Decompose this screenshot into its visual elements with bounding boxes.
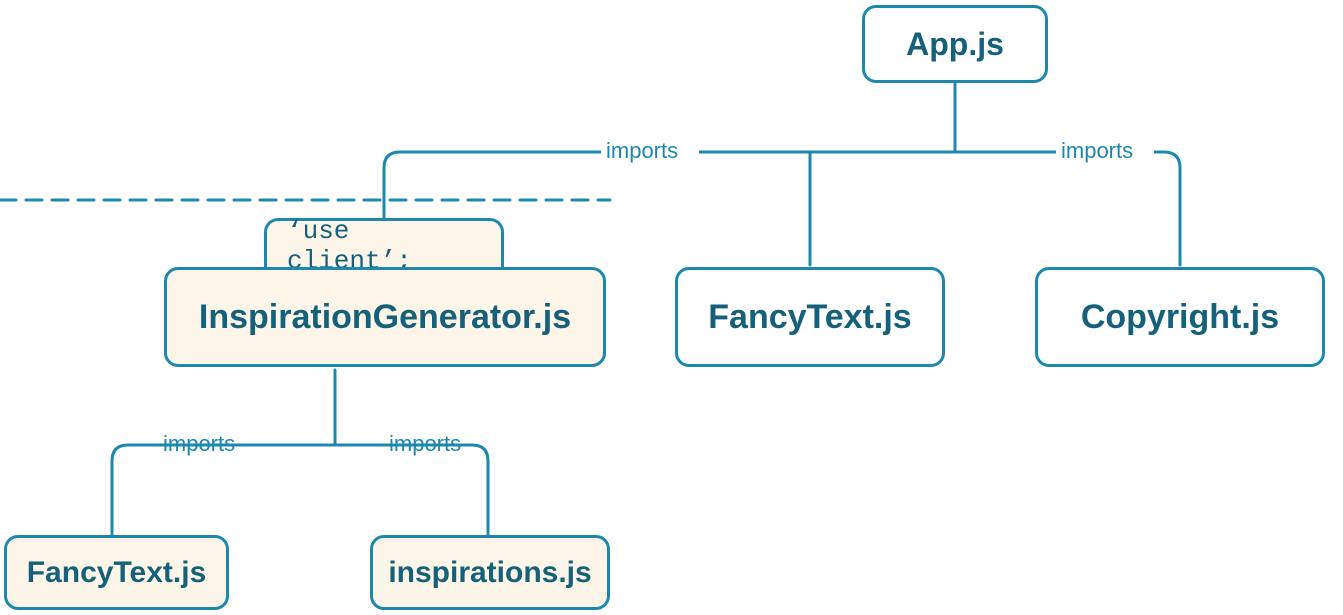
node-inspirations-label: inspirations.js <box>388 556 591 590</box>
use-client-badge: ‘use client’; <box>264 218 504 270</box>
edge-label-inspgen-right: imports <box>389 431 461 457</box>
node-copyright: Copyright.js <box>1035 267 1325 367</box>
node-inspirations: inspirations.js <box>370 535 610 610</box>
node-app-label: App.js <box>906 26 1004 63</box>
edge-label-app-right: imports <box>1061 138 1133 164</box>
node-copyright-label: Copyright.js <box>1081 298 1279 337</box>
module-dependency-diagram: imports imports imports imports App.js ‘… <box>0 0 1343 615</box>
node-fancytext-bottom: FancyText.js <box>4 535 229 610</box>
node-inspiration-generator: InspirationGenerator.js <box>164 267 606 367</box>
node-fancytext-top-label: FancyText.js <box>708 298 911 337</box>
node-fancytext-bottom-label: FancyText.js <box>27 556 207 590</box>
node-fancytext-top: FancyText.js <box>675 267 945 367</box>
node-app: App.js <box>862 5 1048 83</box>
node-inspiration-generator-label: InspirationGenerator.js <box>199 298 571 337</box>
edge-label-inspgen-left: imports <box>163 431 235 457</box>
edge-label-app-left: imports <box>606 138 678 164</box>
